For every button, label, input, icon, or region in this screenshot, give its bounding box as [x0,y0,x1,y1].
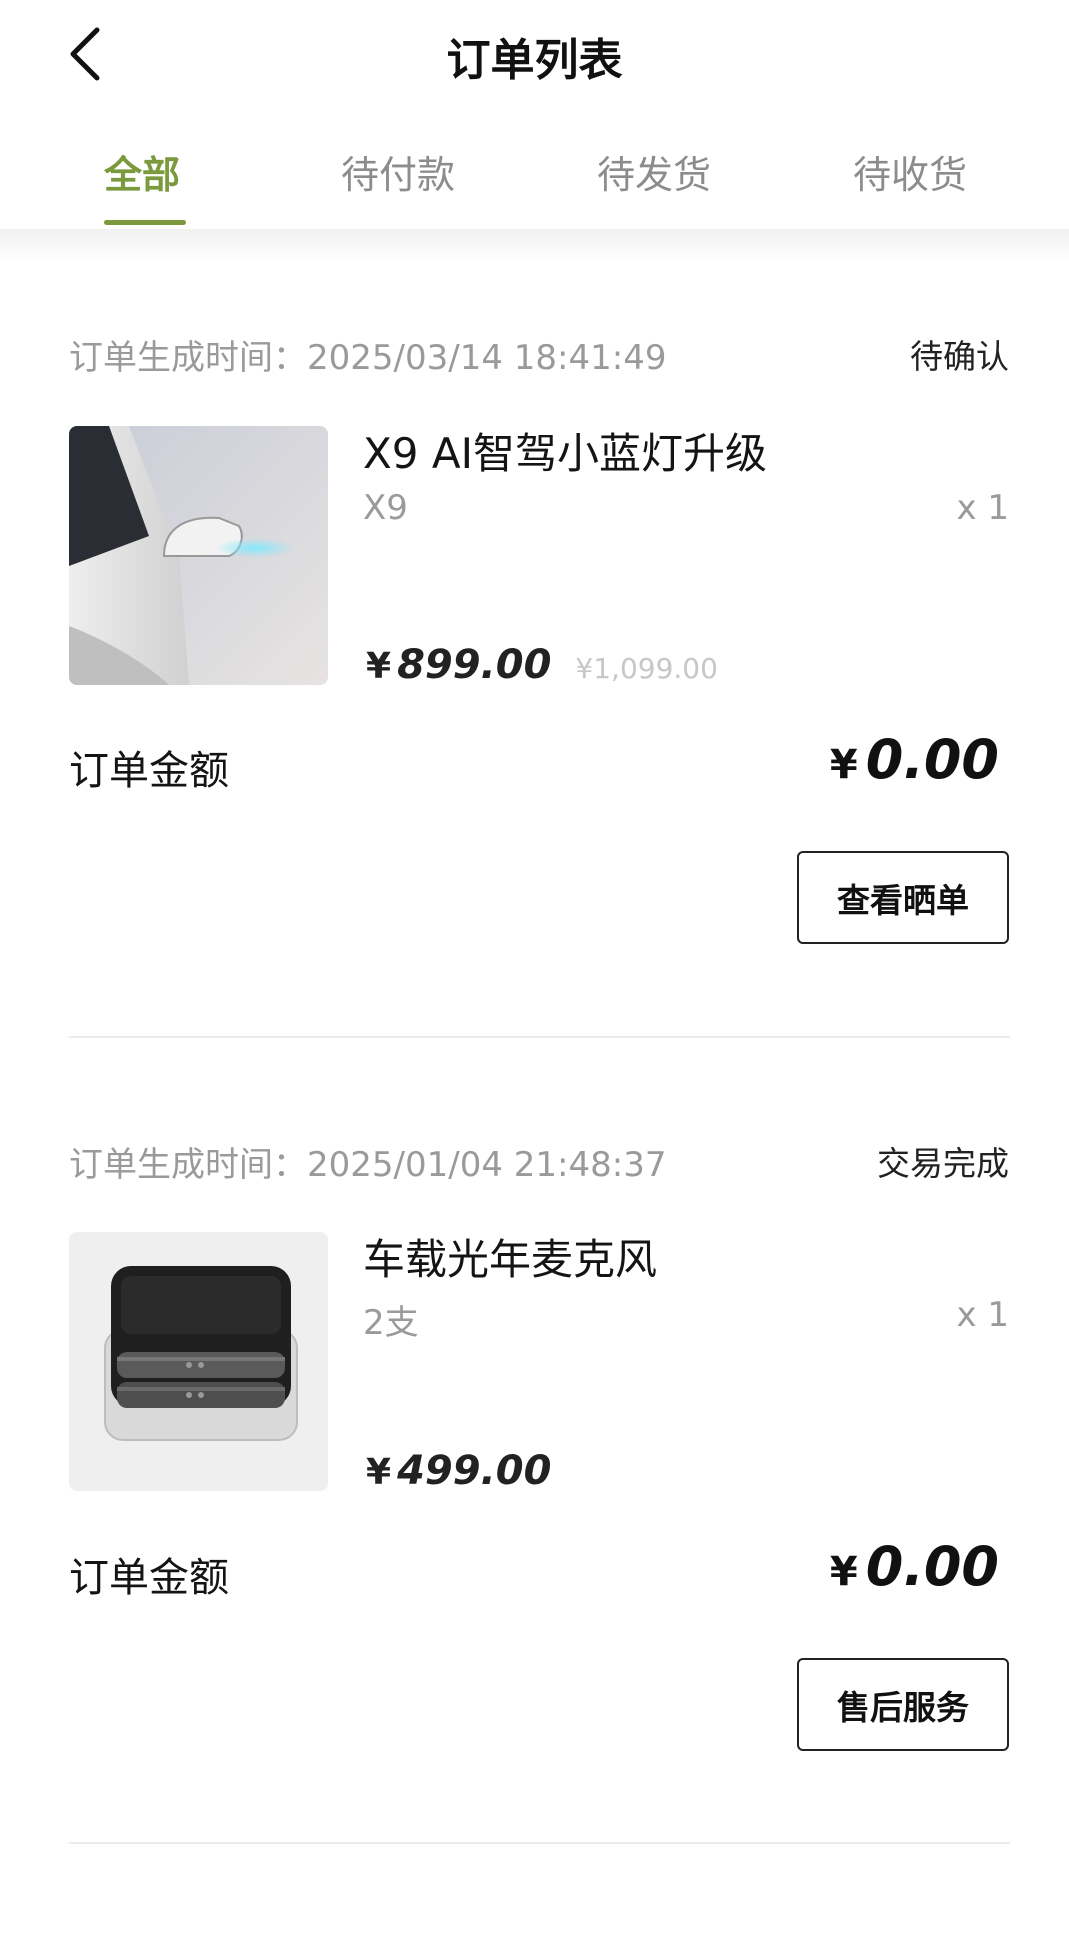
view-review-button[interactable]: 查看晒单 [797,851,1009,944]
total-currency: ¥ [829,1549,858,1595]
car-mirror-light-image [69,426,328,685]
price-currency: ¥ [366,646,392,687]
product-price: 499.00 [397,1448,552,1494]
total-currency: ¥ [829,742,858,788]
order-total-label: 订单金额 [69,1555,229,1601]
microphone-case-image [69,1232,328,1491]
product-quantity: x 1 [956,1295,1009,1335]
tab-pending-shipment[interactable]: 待发货 [597,144,711,199]
product-quantity: x 1 [956,488,1009,528]
order-status: 待确认 [910,337,1009,376]
order-divider [69,1036,1010,1038]
header-bar: 订单列表 [0,0,1069,110]
order-total-row: ¥ 0.00 [830,728,999,791]
order-total-label: 订单金额 [69,748,229,794]
product-spec: X9 [363,488,408,528]
tab-pending-receipt[interactable]: 待收货 [853,144,967,199]
after-sales-button[interactable]: 售后服务 [797,1658,1009,1751]
product-name[interactable]: X9 AI智驾小蓝灯升级 [363,420,767,481]
price-currency: ¥ [366,1452,392,1493]
order-divider [69,1842,1010,1844]
order-total: 0.00 [865,1535,999,1598]
product-image[interactable] [69,1232,328,1491]
order-total: 0.00 [865,728,999,791]
product-name[interactable]: 车载光年麦克风 [363,1226,657,1287]
product-image[interactable] [69,426,328,685]
order-time: 订单生成时间：2025/01/04 21:48:37 [69,1145,667,1185]
original-price: ¥1,099.00 [575,652,718,685]
order-status: 交易完成 [877,1144,1009,1183]
product-price: 899.00 [397,642,552,688]
page-title: 订单列表 [446,35,623,86]
product-price-row: ¥ 899.00 ¥1,099.00 [366,642,718,688]
order-total-row: ¥ 0.00 [830,1535,999,1598]
tab-pending-payment[interactable]: 待付款 [341,144,455,199]
product-spec: 2支 [363,1303,419,1343]
product-price-row: ¥ 499.00 [366,1448,551,1494]
tabs-divider-shadow [0,229,1069,263]
order-tabs: 全部 待付款 待发货 待收货 [0,130,1069,230]
tab-all[interactable]: 全部 [104,144,180,199]
order-time: 订单生成时间：2025/03/14 18:41:49 [69,338,667,378]
active-tab-indicator [104,220,186,225]
